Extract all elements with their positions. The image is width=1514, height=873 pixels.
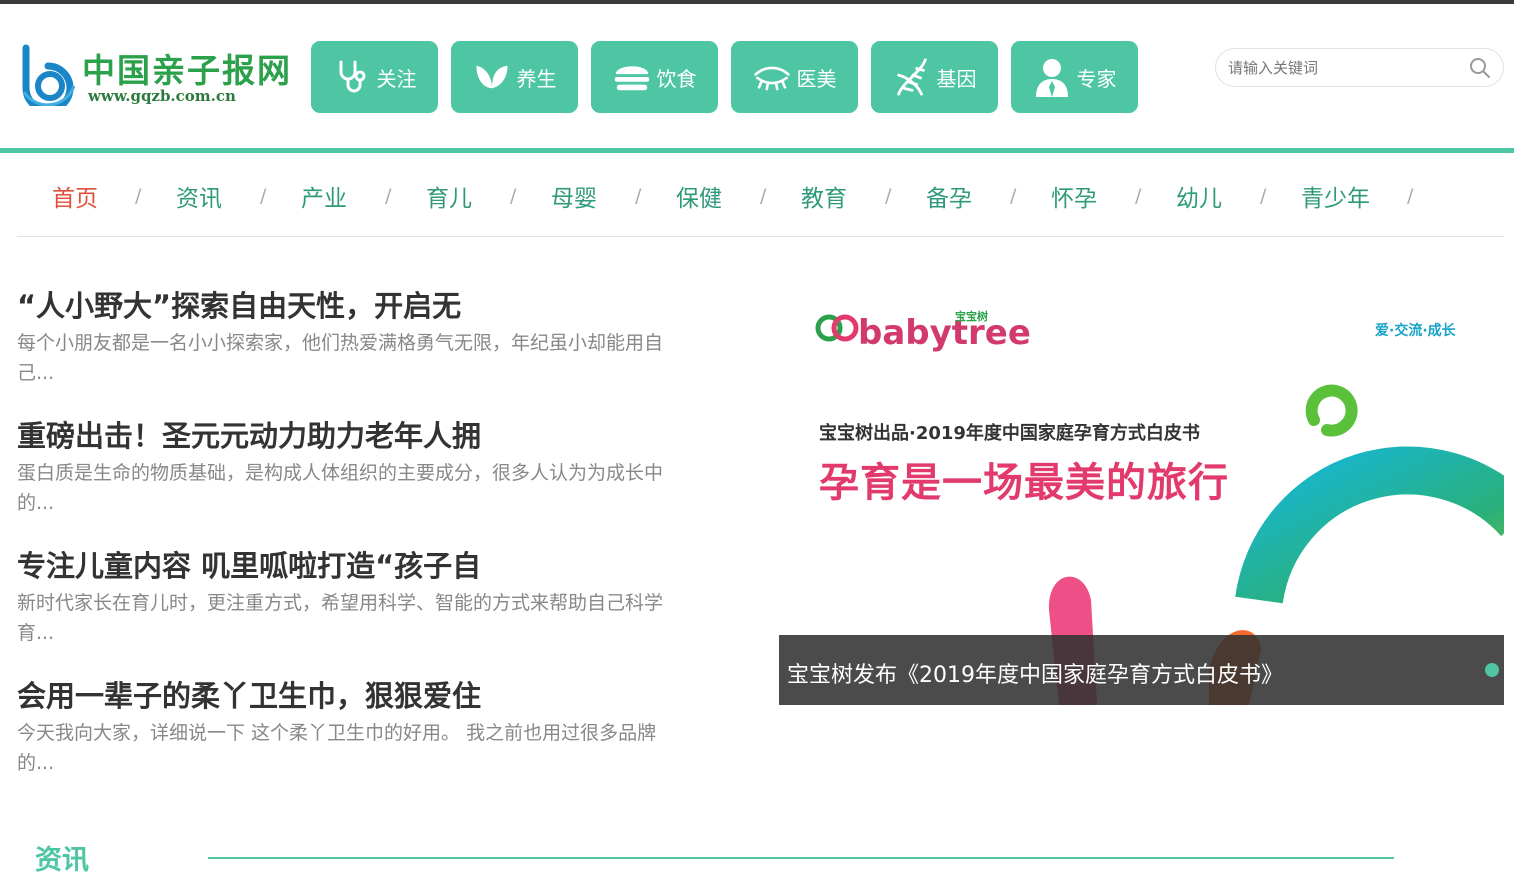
banner-brand: babytree — [858, 313, 1031, 353]
header-divider — [0, 148, 1514, 153]
category-label: 专家 — [1076, 66, 1117, 91]
category-button-jiyin[interactable]: 基因 — [871, 41, 998, 113]
stethoscope-icon — [333, 58, 371, 96]
category-button-yimei[interactable]: 医美 — [731, 41, 858, 113]
nav-item-health[interactable]: 保健 — [676, 179, 722, 213]
category-label: 养生 — [516, 66, 557, 91]
nav-separator: / — [135, 185, 142, 207]
nav-separator: / — [385, 185, 392, 207]
category-label: 医美 — [796, 66, 837, 91]
nav-separator: / — [1407, 185, 1414, 207]
logo-mark-icon — [22, 44, 76, 106]
search-box — [1215, 48, 1504, 87]
slide-indicator-dot[interactable] — [1485, 663, 1499, 677]
article-title[interactable]: “人小野大”探索自由天性，开启无 — [17, 286, 687, 326]
banner-caption-bar: 宝宝树发布《2019年度中国家庭孕育方式白皮书》 — [779, 635, 1504, 705]
leaves-icon — [473, 58, 511, 96]
nav-item-pregnancy[interactable]: 怀孕 — [1051, 179, 1097, 213]
category-label: 基因 — [936, 66, 977, 91]
logo-url: www.gqzb.com.cn — [88, 87, 236, 105]
search-icon[interactable] — [1469, 57, 1491, 79]
main-nav: 首页 / 资讯 / 产业 / 育儿 / 母婴 / 保健 / 教育 / 备孕 / … — [17, 155, 1504, 237]
nav-item-news[interactable]: 资讯 — [176, 179, 222, 213]
dna-icon — [893, 58, 931, 96]
category-button-guanzhu[interactable]: 关注 — [311, 41, 438, 113]
burger-icon — [613, 58, 651, 96]
banner-brand-cn: 宝宝树 — [955, 310, 988, 323]
logo-text: 中国亲子报网 — [82, 51, 292, 90]
article-item: 会用一辈子的柔丫卫生巾，狠狠爱住 今天我向大家，详细说一下 这个柔丫卫生巾的好用… — [17, 676, 687, 778]
nav-separator: / — [1135, 185, 1142, 207]
category-label: 饮食 — [656, 66, 697, 91]
section-title[interactable]: 资讯 — [35, 838, 89, 873]
nav-item-education[interactable]: 教育 — [801, 179, 847, 213]
article-summary: 每个小朋友都是一名小小探索家，他们热爱满格勇气无限，年纪虽小却能用自己... — [17, 332, 664, 384]
nav-separator: / — [260, 185, 267, 207]
site-logo[interactable]: 中国亲子报网 www.gqzb.com.cn — [18, 40, 290, 110]
nav-separator: / — [510, 185, 517, 207]
article-title[interactable]: 专注儿童内容 叽里呱啦打造“孩子自 — [17, 546, 687, 586]
nav-item-pre-pregnancy[interactable]: 备孕 — [926, 179, 972, 213]
doctor-icon — [1033, 58, 1071, 97]
banner-slide[interactable]: babytree 宝宝树 爱·交流·成长 宝宝树出品·2019年度中国家庭孕育方… — [779, 270, 1504, 705]
nav-separator: / — [1260, 185, 1267, 207]
category-button-yinshi[interactable]: 饮食 — [591, 41, 718, 113]
category-button-yangsheng[interactable]: 养生 — [451, 41, 578, 113]
banner-title: 孕育是一场最美的旅行 — [819, 460, 1229, 506]
article-summary: 蛋白质是生命的物质基础，是构成人体组织的主要成分，很多人认为为成长中的... — [17, 462, 664, 514]
article-item: 重磅出击！圣元元动力助力老年人拥 蛋白质是生命的物质基础，是构成人体组织的主要成… — [17, 416, 687, 518]
nav-separator: / — [885, 185, 892, 207]
nav-separator: / — [760, 185, 767, 207]
article-item: “人小野大”探索自由天性，开启无 每个小朋友都是一名小小探索家，他们热爱满格勇气… — [17, 286, 687, 388]
nav-separator: / — [635, 185, 642, 207]
nav-item-teen[interactable]: 青少年 — [1301, 179, 1370, 213]
top-bar — [0, 0, 1514, 4]
banner-subtitle: 宝宝树出品·2019年度中国家庭孕育方式白皮书 — [819, 423, 1200, 444]
banner-tagline: 爱·交流·成长 — [1375, 323, 1456, 339]
category-label: 关注 — [376, 66, 417, 91]
nav-item-home[interactable]: 首页 — [52, 179, 98, 213]
banner-caption[interactable]: 宝宝树发布《2019年度中国家庭孕育方式白皮书》 — [787, 657, 1283, 689]
nav-item-industry[interactable]: 产业 — [301, 179, 347, 213]
article-summary: 新时代家长在育儿时，更注重方式，希望用科学、智能的方式来帮助自己科学育... — [17, 592, 664, 644]
section-divider — [208, 857, 1394, 859]
article-item: 专注儿童内容 叽里呱啦打造“孩子自 新时代家长在育儿时，更注重方式，希望用科学、… — [17, 546, 687, 648]
nav-item-parenting[interactable]: 育儿 — [426, 179, 472, 213]
eyelash-icon — [753, 58, 791, 96]
category-button-zhuanjia[interactable]: 专家 — [1011, 41, 1138, 113]
nav-item-mother-baby[interactable]: 母婴 — [551, 179, 597, 213]
article-title[interactable]: 会用一辈子的柔丫卫生巾，狠狠爱住 — [17, 676, 687, 716]
article-summary: 今天我向大家，详细说一下 这个柔丫卫生巾的好用。 我之前也用过很多品牌的... — [17, 722, 657, 774]
article-title[interactable]: 重磅出击！圣元元动力助力老年人拥 — [17, 416, 687, 456]
nav-separator: / — [1010, 185, 1017, 207]
nav-item-toddler[interactable]: 幼儿 — [1176, 179, 1222, 213]
search-input[interactable] — [1228, 57, 1458, 79]
